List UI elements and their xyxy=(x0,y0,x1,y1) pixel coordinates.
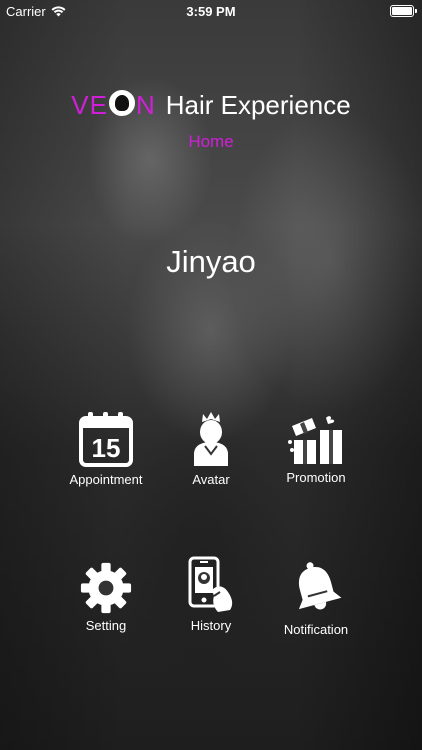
status-bar: Carrier 3:59 PM xyxy=(0,0,422,22)
avatar-icon xyxy=(194,412,228,466)
brand-header: VE N Hair Experience xyxy=(0,90,422,121)
notification-label: Notification xyxy=(283,622,349,637)
clock: 3:59 PM xyxy=(186,4,236,19)
history-label: History xyxy=(190,618,232,633)
notification-button[interactable]: Notification xyxy=(266,560,366,637)
calendar-day: 15 xyxy=(92,433,121,463)
appointment-button[interactable]: 15 Appointment xyxy=(56,410,156,487)
setting-label: Setting xyxy=(85,618,127,633)
calendar-icon: 15 xyxy=(79,412,133,467)
brand-logo: VE N xyxy=(71,90,156,120)
battery-icon xyxy=(390,5,417,17)
logo-face-icon xyxy=(108,90,135,116)
avatar-button[interactable]: Avatar xyxy=(161,410,261,487)
promotion-button[interactable]: Promotion xyxy=(266,414,366,485)
phone-history-icon xyxy=(188,556,233,612)
setting-button[interactable]: Setting xyxy=(56,562,156,633)
appointment-label: Appointment xyxy=(69,472,143,487)
avatar-label: Avatar xyxy=(192,472,230,487)
gear-icon xyxy=(80,562,132,614)
promotion-label: Promotion xyxy=(286,470,346,485)
history-button[interactable]: History xyxy=(161,556,261,633)
nav-home-link[interactable]: Home xyxy=(0,132,422,152)
bell-icon xyxy=(298,562,342,610)
brand-title: Hair Experience xyxy=(165,90,351,120)
gift-icon xyxy=(288,416,342,464)
user-name: Jinyao xyxy=(166,244,256,279)
